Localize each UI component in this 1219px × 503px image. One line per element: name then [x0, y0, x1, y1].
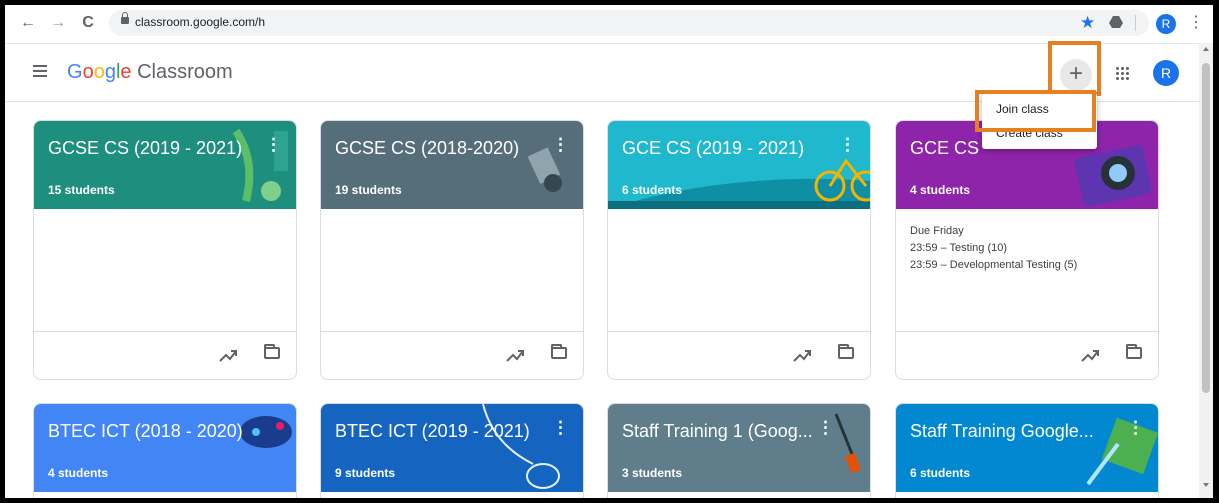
folder-icon[interactable] — [264, 344, 280, 359]
class-banner[interactable]: BTEC ICT (2018 - 2020) 4 students — [34, 404, 296, 492]
browser-profile-avatar[interactable]: R — [1156, 14, 1176, 34]
class-banner[interactable]: Staff Training 1 (Goog... 3 students ⋮ — [608, 404, 870, 492]
due-item[interactable]: 23:59 – Developmental Testing (5) — [910, 257, 1077, 274]
google-apps-icon[interactable] — [1116, 67, 1130, 81]
forward-arrow-icon[interactable]: → — [49, 14, 67, 32]
class-card[interactable]: GCSE CS (2019 - 2021) 15 students ⋮ — [33, 120, 297, 380]
student-count: 9 students — [335, 466, 396, 480]
due-heading: Due Friday — [910, 225, 964, 237]
card-options-icon[interactable]: ⋮ — [1127, 418, 1144, 438]
bookmark-star-icon[interactable]: ★ — [1080, 14, 1095, 32]
highlight-box-add-button — [1048, 41, 1101, 96]
folder-icon[interactable] — [1126, 344, 1142, 359]
class-title[interactable]: GCE CS — [910, 138, 979, 159]
class-title[interactable]: BTEC ICT (2019 - 2021) — [335, 421, 530, 442]
trending-up-icon[interactable] — [505, 345, 525, 365]
class-title[interactable]: Staff Training Google... — [910, 421, 1094, 442]
class-card[interactable]: GCE CS (2019 - 2021) 6 students ⋮ — [607, 120, 871, 380]
browser-toolbar: ← → C classroom.google.com/h ★ R ⋮ — [5, 5, 1213, 44]
banner-illustration — [1086, 417, 1158, 486]
student-count: 3 students — [622, 466, 683, 480]
banner-illustration — [527, 147, 562, 192]
class-banner[interactable]: GCSE CS (2018-2020) 19 students ⋮ — [321, 121, 583, 209]
card-options-icon[interactable]: ⋮ — [552, 418, 569, 438]
banner-illustration — [834, 413, 861, 474]
card-footer — [34, 331, 296, 379]
banner-illustration — [240, 416, 292, 448]
card-footer — [608, 331, 870, 379]
drive-extension-icon[interactable] — [1109, 15, 1123, 29]
trending-up-icon[interactable] — [1080, 345, 1100, 365]
trending-up-icon[interactable] — [792, 345, 812, 365]
card-footer — [896, 331, 1158, 379]
google-classroom-logo[interactable]: Google Classroom — [67, 61, 233, 84]
address-bar[interactable]: classroom.google.com/h — [109, 10, 1149, 36]
scroll-up-arrow-icon[interactable] — [1203, 47, 1209, 51]
class-title[interactable]: GCE CS (2019 - 2021) — [622, 138, 804, 159]
class-card[interactable]: GCE CS 4 students Due Friday 23:59 – Tes… — [895, 120, 1159, 380]
class-title[interactable]: Staff Training 1 (Goog... — [622, 421, 813, 442]
class-card[interactable]: Staff Training Google... 6 students ⋮ — [895, 403, 1159, 498]
class-banner[interactable]: GCE CS (2019 - 2021) 6 students ⋮ — [608, 121, 870, 209]
student-count: 4 students — [910, 183, 971, 197]
class-card[interactable]: BTEC ICT (2018 - 2020) 4 students — [33, 403, 297, 498]
trending-up-icon[interactable] — [218, 345, 238, 365]
hamburger-menu-icon[interactable] — [33, 65, 47, 77]
card-options-icon[interactable]: ⋮ — [265, 135, 282, 155]
class-banner[interactable]: BTEC ICT (2019 - 2021) 9 students ⋮ — [321, 404, 583, 492]
student-count: 19 students — [335, 183, 402, 197]
account-avatar[interactable]: R — [1153, 60, 1179, 86]
class-banner[interactable]: GCSE CS (2019 - 2021) 15 students ⋮ — [34, 121, 296, 209]
class-title[interactable]: BTEC ICT (2018 - 2020) — [48, 421, 243, 442]
student-count: 15 students — [48, 183, 115, 197]
scroll-down-arrow-icon[interactable] — [1203, 483, 1209, 487]
class-card[interactable]: BTEC ICT (2019 - 2021) 9 students ⋮ — [320, 403, 584, 498]
class-card[interactable]: GCSE CS (2018-2020) 19 students ⋮ — [320, 120, 584, 380]
folder-icon[interactable] — [838, 344, 854, 359]
lock-icon — [121, 12, 129, 24]
banner-illustration — [232, 128, 288, 202]
scrollbar-thumb[interactable] — [1202, 63, 1210, 393]
class-title[interactable]: GCSE CS (2019 - 2021) — [48, 138, 242, 159]
student-count: 6 students — [910, 466, 971, 480]
card-options-icon[interactable]: ⋮ — [839, 135, 856, 155]
card-options-icon[interactable]: ⋮ — [817, 418, 834, 438]
url-text: classroom.google.com/h — [135, 15, 266, 29]
banner-illustration — [482, 404, 560, 489]
browser-window: ← → C classroom.google.com/h ★ R ⋮ Googl… — [5, 5, 1213, 498]
due-item[interactable]: 23:59 – Testing (10) — [910, 240, 1077, 257]
card-footer — [321, 331, 583, 379]
highlight-box-join-class — [975, 90, 1096, 132]
class-banner[interactable]: Staff Training Google... 6 students ⋮ — [896, 404, 1158, 492]
student-count: 6 students — [622, 183, 683, 197]
product-name: Classroom — [137, 61, 233, 83]
student-count: 4 students — [48, 466, 109, 480]
reload-icon[interactable]: C — [79, 14, 97, 32]
due-assignments: Due Friday 23:59 – Testing (10) 23:59 – … — [910, 223, 1077, 274]
toolbar-divider — [1135, 15, 1136, 31]
back-arrow-icon[interactable]: ← — [19, 14, 37, 32]
card-options-icon[interactable]: ⋮ — [552, 135, 569, 155]
browser-menu-icon[interactable]: ⋮ — [1188, 13, 1204, 33]
class-title[interactable]: GCSE CS (2018-2020) — [335, 138, 519, 159]
page-scrollbar[interactable] — [1199, 43, 1213, 498]
folder-icon[interactable] — [551, 344, 567, 359]
class-card[interactable]: Staff Training 1 (Goog... 3 students ⋮ — [607, 403, 871, 498]
